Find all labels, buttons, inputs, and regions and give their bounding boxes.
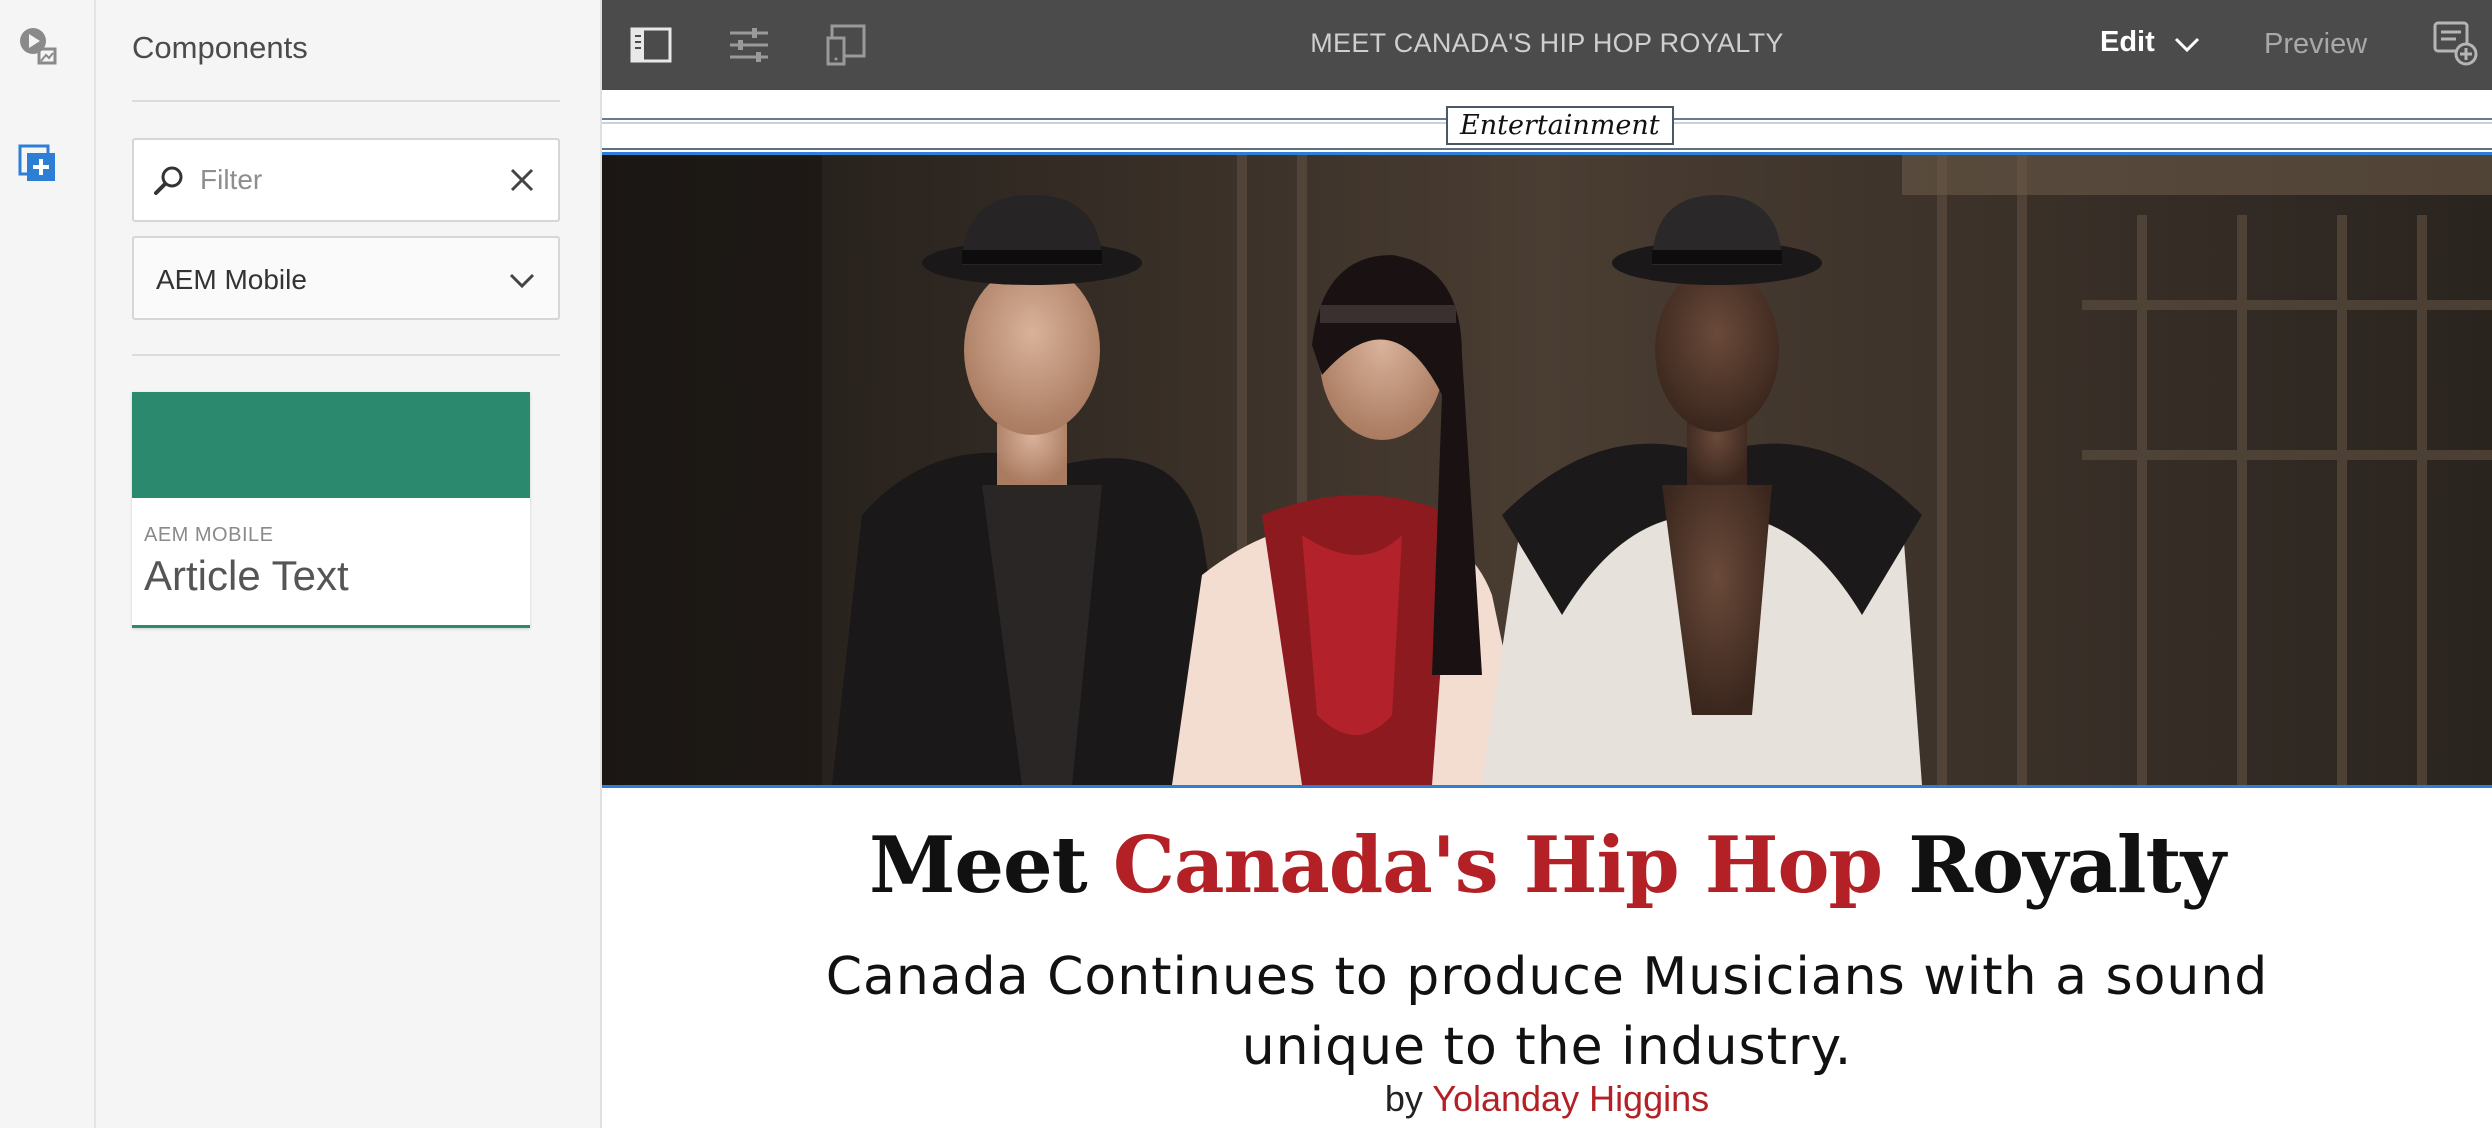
byline-prefix: by	[1384, 1078, 1433, 1119]
component-category: AEM MOBILE	[144, 524, 274, 546]
filter-placeholder: Filter	[200, 164, 263, 195]
search-icon	[152, 164, 186, 203]
chevron-down-icon	[506, 264, 538, 301]
component-card-article-text[interactable]: AEM MOBILE Article Text	[132, 392, 530, 628]
chevron-down-icon[interactable]	[2172, 30, 2202, 65]
headline-part: Meet	[869, 820, 1113, 911]
left-rail	[0, 0, 96, 1128]
section-label[interactable]: Entertainment	[1446, 106, 1674, 145]
preview-button[interactable]: Preview	[2264, 28, 2367, 61]
component-group-value: AEM Mobile	[156, 264, 307, 295]
component-group-select[interactable]: AEM Mobile	[132, 236, 560, 320]
component-color-swatch	[132, 392, 530, 498]
panel-divider	[132, 100, 560, 102]
panel-title: Components	[132, 30, 308, 65]
filter-input[interactable]: Filter	[132, 138, 560, 222]
edit-mode-button[interactable]: Edit	[2100, 26, 2155, 59]
article-headline[interactable]: Meet Canada's Hip Hop Royalty	[602, 820, 2492, 911]
annotations-icon[interactable]	[2432, 20, 2478, 71]
byline-author: Yolanday Higgins	[1432, 1078, 1710, 1119]
article-subhead[interactable]: Canada Continues to produce Musicians wi…	[732, 942, 2362, 1082]
article-byline[interactable]: by Yolanday Higgins	[602, 1078, 2492, 1120]
section-rule	[602, 148, 2492, 150]
asset-play-icon[interactable]	[10, 18, 66, 74]
editor-toolbar: MEET CANADA'S HIP HOP ROYALTY Edit Previ…	[602, 0, 2492, 90]
headline-part: Royalty	[1882, 820, 2226, 911]
hero-image[interactable]	[602, 152, 2492, 788]
clear-icon[interactable]	[504, 162, 540, 203]
page-canvas: Entertainment Meet Canada's Hip Hop Roya…	[602, 90, 2492, 1128]
components-panel: Components Filter AEM Mobile AEM MOBILE	[96, 0, 602, 1128]
component-name: Article Text	[144, 552, 349, 599]
page-title: MEET CANADA'S HIP HOP ROYALTY	[1310, 28, 1784, 58]
panel-divider	[132, 354, 560, 356]
headline-highlight: Canada's Hip Hop	[1112, 820, 1883, 911]
add-component-icon[interactable]	[10, 136, 66, 192]
